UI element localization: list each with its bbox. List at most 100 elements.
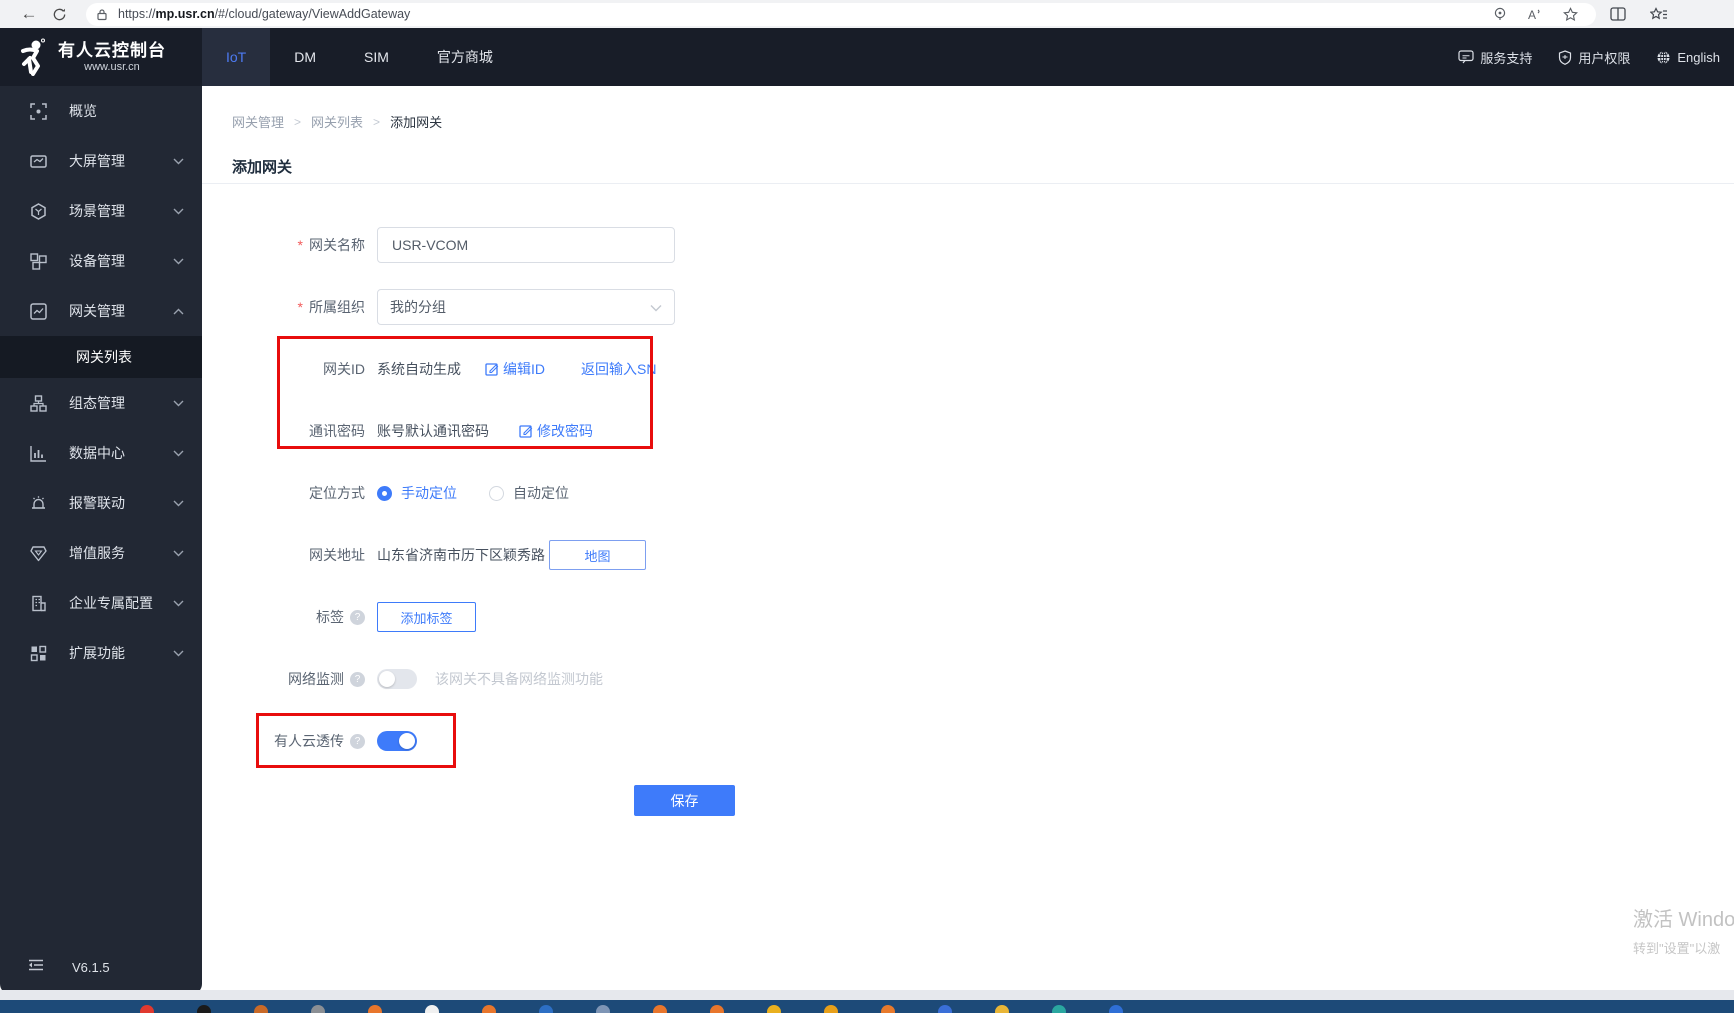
gateway-address-value: 山东省济南市历下区颖秀路	[377, 547, 545, 563]
taskbar-icon[interactable]	[482, 1005, 496, 1013]
sidebar-item-label: 增值服务	[69, 545, 125, 561]
sidebar-item-screen-management[interactable]: 大屏管理	[0, 136, 202, 186]
help-icon[interactable]: ?	[350, 671, 365, 687]
sidebar-item-value-added-services[interactable]: 增值服务	[0, 528, 202, 578]
tab-dm[interactable]: DM	[270, 28, 340, 86]
organization-selected-value: 我的分组	[390, 299, 446, 315]
taskbar-icon[interactable]	[197, 1005, 211, 1013]
sidebar-item-data-center[interactable]: 数据中心	[0, 428, 202, 478]
sidebar-item-label: 企业专属配置	[69, 595, 153, 611]
organization-label: 所属组织	[309, 299, 365, 315]
address-bar[interactable]: https://mp.usr.cn/#/cloud/gateway/ViewAd…	[86, 2, 1596, 26]
sidebar: 概览 大屏管理 场景管理 设备管理 网关管理 网关列表 组态管理 数据中心 报警…	[0, 86, 202, 994]
sidebar-item-label: 报警联动	[69, 495, 125, 511]
taskbar-icon[interactable]	[824, 1005, 838, 1013]
taskbar-icon[interactable]	[140, 1005, 154, 1013]
taskbar-icon[interactable]	[254, 1005, 268, 1013]
taskbar-icon[interactable]	[1052, 1005, 1066, 1013]
taskbar-icon[interactable]	[995, 1005, 1009, 1013]
map-button[interactable]: 地图	[549, 540, 646, 570]
sidebar-item-gateway-list[interactable]: 网关列表	[0, 336, 202, 378]
collections-icon[interactable]	[1650, 6, 1667, 22]
taskbar-icon[interactable]	[653, 1005, 667, 1013]
taskbar-icon[interactable]	[1109, 1005, 1123, 1013]
manual-location-label[interactable]: 手动定位	[401, 483, 457, 503]
url-text: https://mp.usr.cn/#/cloud/gateway/ViewAd…	[118, 7, 411, 21]
grid-icon	[30, 645, 47, 662]
taskbar-icon[interactable]	[368, 1005, 382, 1013]
sidebar-item-overview[interactable]: 概览	[0, 86, 202, 136]
sidebar-item-label: 设备管理	[69, 253, 125, 269]
sidebar-item-enterprise-config[interactable]: 企业专属配置	[0, 578, 202, 628]
sidebar-item-device-management[interactable]: 设备管理	[0, 236, 202, 286]
taskbar-icon[interactable]	[710, 1005, 724, 1013]
form-row-gateway-address: 网关地址 山东省济南市历下区颖秀路 地图	[232, 537, 1132, 573]
form-row-organization: * 所属组织 我的分组	[232, 289, 1132, 325]
tab-iot[interactable]: IoT	[202, 28, 271, 86]
gem-icon	[30, 545, 47, 562]
sidebar-item-extended-functions[interactable]: 扩展功能	[0, 628, 202, 678]
taskbar-icon[interactable]	[425, 1005, 439, 1013]
user-permissions-link[interactable]: 用户权限	[1558, 48, 1630, 67]
read-aloud-icon[interactable]: A	[1527, 7, 1543, 21]
page-title: 添加网关	[232, 159, 293, 176]
sidebar-item-label: 数据中心	[69, 445, 125, 461]
sidebar-item-scene-management[interactable]: 场景管理	[0, 186, 202, 236]
browser-back-icon[interactable]: ←	[14, 4, 44, 24]
add-tag-button[interactable]: 添加标签	[377, 602, 476, 632]
taskbar-icon[interactable]	[539, 1005, 553, 1013]
location-mode-label: 定位方式	[309, 485, 365, 501]
tab-official-mall[interactable]: 官方商城	[413, 28, 517, 86]
app-top-nav: 有人云控制台 www.usr.cn IoT DM SIM 官方商城 服务支持 用…	[0, 28, 1734, 86]
gateway-address-label: 网关地址	[309, 547, 365, 563]
manual-location-radio[interactable]	[377, 485, 392, 501]
taskbar-icon[interactable]	[596, 1005, 610, 1013]
annotation-box-gateway-id	[277, 336, 653, 449]
sidebar-item-configuration-management[interactable]: 组态管理	[0, 378, 202, 428]
taskbar-icon[interactable]	[767, 1005, 781, 1013]
chevron-down-icon	[173, 650, 184, 657]
tab-sim[interactable]: SIM	[340, 28, 413, 86]
help-icon[interactable]: ?	[350, 609, 365, 625]
sidebar-item-label: 组态管理	[69, 395, 125, 411]
sidebar-item-label: 大屏管理	[69, 153, 125, 169]
app-logo[interactable]: 有人云控制台 www.usr.cn	[0, 28, 202, 86]
chevron-up-icon	[173, 308, 184, 315]
organization-select[interactable]: 我的分组	[377, 289, 675, 325]
logo-title: 有人云控制台	[58, 40, 166, 60]
main-content: 网关管理 > 网关列表 > 添加网关 添加网关 * 网关名称 * 所属组织 我的分组…	[202, 86, 1734, 990]
svg-text:A: A	[1528, 8, 1536, 21]
geolocation-icon[interactable]	[1493, 7, 1507, 22]
chevron-down-icon	[173, 158, 184, 165]
breadcrumb-gateway-list[interactable]: 网关列表	[311, 112, 363, 131]
network-monitor-hint: 该网关不具备网络监测功能	[435, 671, 603, 687]
sidebar-item-alarm-linkage[interactable]: 报警联动	[0, 478, 202, 528]
save-button[interactable]: 保存	[634, 785, 735, 816]
shield-icon	[1558, 49, 1572, 65]
favorite-star-icon[interactable]	[1563, 6, 1578, 22]
chevron-down-icon	[173, 550, 184, 557]
browser-reload-icon[interactable]	[44, 7, 74, 22]
taskbar-icon[interactable]	[938, 1005, 952, 1013]
top-nav-tabs: IoT DM SIM 官方商城	[202, 28, 517, 86]
language-switch[interactable]: English	[1656, 50, 1720, 65]
service-support-link[interactable]: 服务支持	[1458, 48, 1532, 67]
network-monitor-toggle[interactable]	[377, 669, 417, 689]
globe-icon	[1656, 50, 1671, 65]
gateway-name-label: 网关名称	[309, 237, 365, 253]
required-asterisk: *	[297, 237, 303, 253]
sidebar-collapse-icon[interactable]	[28, 958, 44, 976]
breadcrumb-gateway-management[interactable]: 网关管理	[232, 112, 284, 131]
breadcrumb-separator: >	[373, 114, 381, 129]
logo-subtitle: www.usr.cn	[84, 60, 140, 73]
taskbar-icon[interactable]	[881, 1005, 895, 1013]
chevron-down-icon	[650, 299, 662, 315]
auto-location-label[interactable]: 自动定位	[513, 483, 569, 503]
split-screen-icon[interactable]	[1610, 7, 1626, 21]
lock-icon	[96, 8, 108, 21]
chevron-down-icon	[173, 450, 184, 457]
gateway-name-input[interactable]	[377, 227, 675, 263]
sidebar-item-gateway-management[interactable]: 网关管理	[0, 286, 202, 336]
auto-location-radio[interactable]	[489, 485, 504, 501]
taskbar-icon[interactable]	[311, 1005, 325, 1013]
